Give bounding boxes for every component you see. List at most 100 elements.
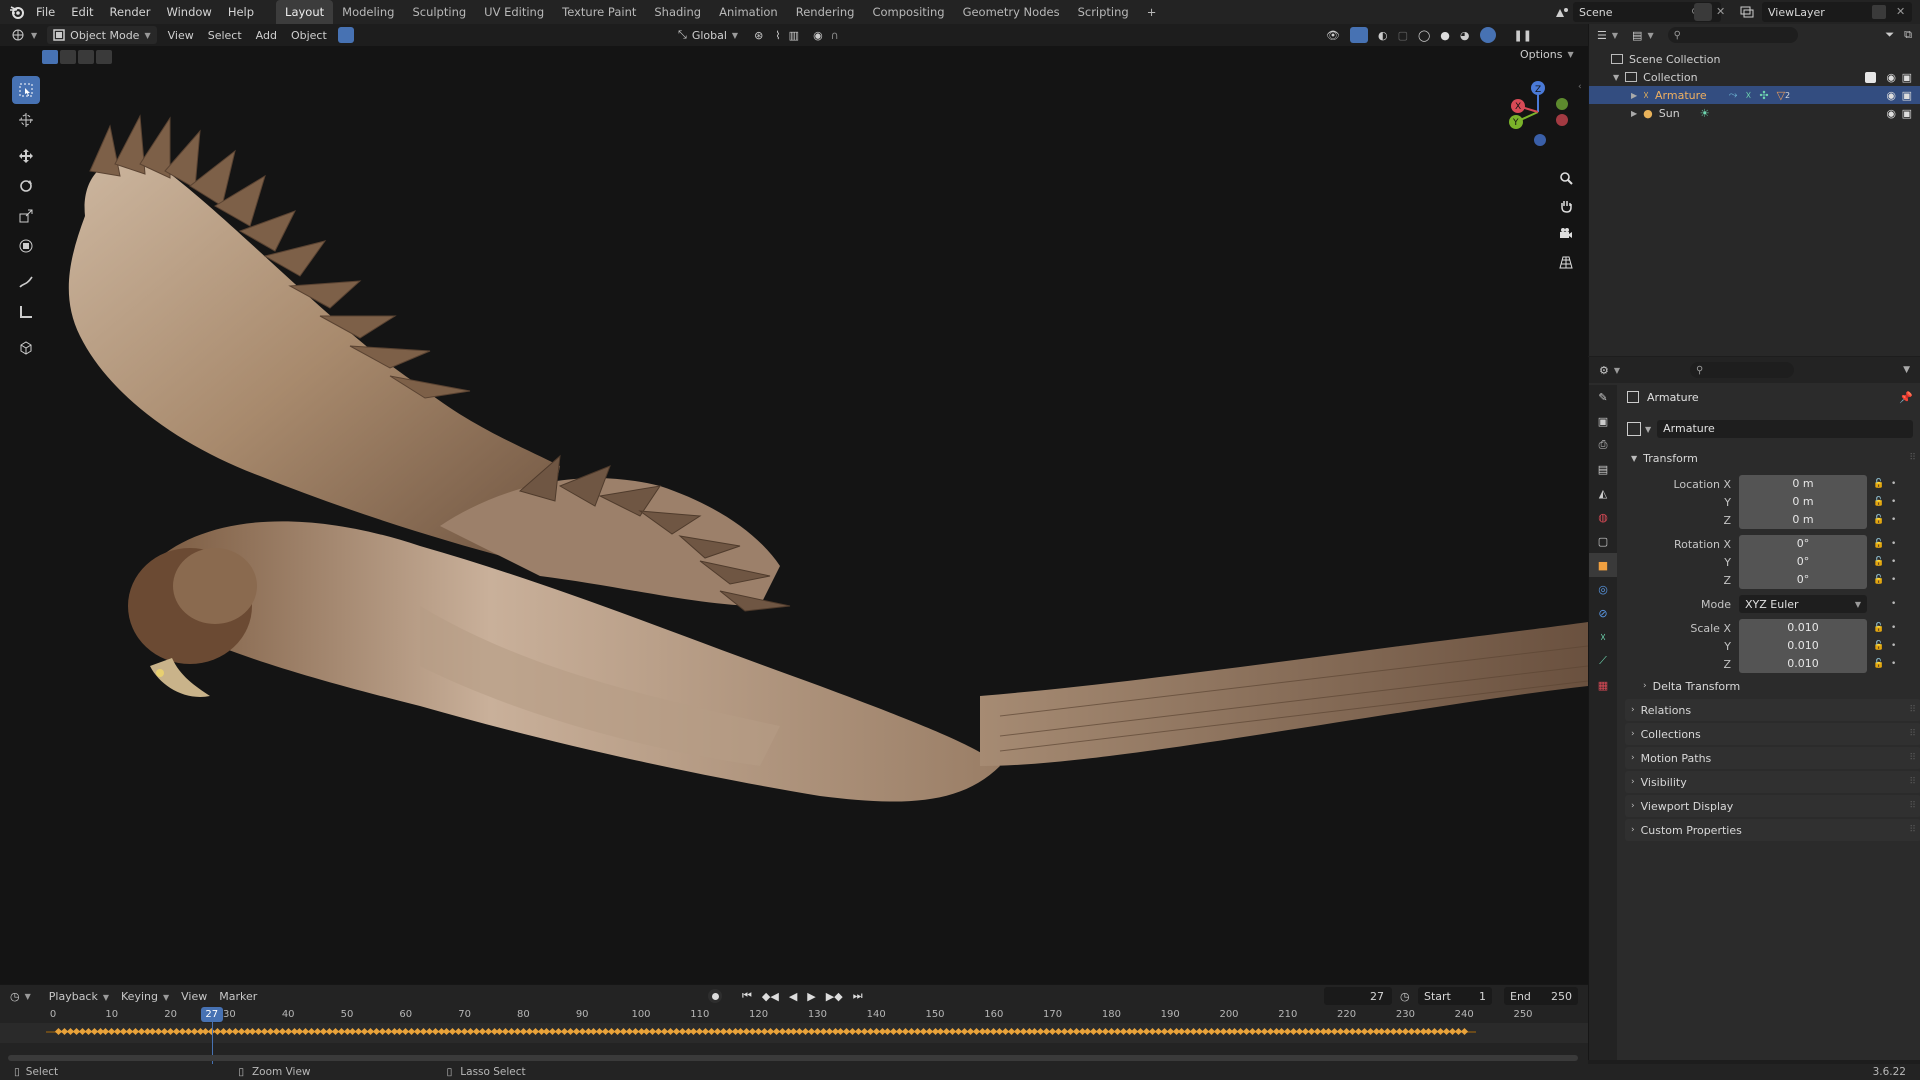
mode-dropdown[interactable]: Object Mode ▼ [47, 26, 157, 44]
lock-icon[interactable]: 🔓 [1873, 623, 1887, 633]
drag-handle-icon[interactable]: ⠿ [1909, 453, 1920, 463]
delete-view-layer-icon[interactable]: ✕ [1896, 3, 1910, 21]
scale-y-field[interactable]: 0.010 [1739, 637, 1867, 655]
tab-texture-paint[interactable]: Texture Paint [553, 0, 645, 24]
snap-target-icon[interactable]: ▥ [789, 29, 799, 42]
start-frame-field[interactable]: Start 1 [1418, 987, 1492, 1005]
cursor-tool-icon[interactable] [12, 106, 40, 134]
rotate-tool-icon[interactable] [12, 172, 40, 200]
filter-icon[interactable]: ⏷ [1885, 28, 1894, 42]
object-data-tab-icon[interactable]: ☓ [1589, 625, 1617, 649]
outliner-row-scene-collection[interactable]: Scene Collection [1589, 50, 1920, 68]
render-camera-icon[interactable]: ▣ [1902, 71, 1912, 84]
menu-view[interactable]: View [161, 29, 201, 42]
bone-tab-icon[interactable]: ⟋ [1589, 649, 1617, 673]
outliner-search-input[interactable]: ⚲ [1667, 27, 1798, 43]
scene-tab-icon[interactable]: ◭ [1589, 481, 1617, 505]
wireframe-shading-icon[interactable]: ◯ [1418, 29, 1430, 42]
object-tab-icon[interactable]: ■ [1589, 553, 1617, 577]
lock-icon[interactable]: 🔓 [1873, 497, 1887, 507]
solid-shading-icon[interactable]: ● [1440, 29, 1450, 42]
custom-properties-panel-header[interactable]: › Custom Properties ⠿ [1625, 819, 1920, 841]
tab-scripting[interactable]: Scripting [1069, 0, 1138, 24]
tab-shading[interactable]: Shading [645, 0, 710, 24]
keyframe-dot-icon[interactable]: • [1891, 479, 1901, 489]
lock-icon[interactable]: 🔓 [1873, 515, 1887, 525]
drag-handle-icon[interactable]: ⠿ [1909, 825, 1920, 835]
drag-handle-icon[interactable]: ⠿ [1909, 729, 1920, 739]
menu-add[interactable]: Add [249, 29, 284, 42]
tab-uv-editing[interactable]: UV Editing [475, 0, 553, 24]
tab-layout[interactable]: Layout [276, 0, 334, 24]
collections-panel-header[interactable]: › Collections ⠿ [1625, 723, 1920, 745]
xray-icon[interactable]: ▢ [1398, 29, 1408, 42]
editor-type-button[interactable]: ▼ [6, 26, 43, 44]
timeline-scrollbar[interactable] [8, 1055, 1578, 1061]
properties-editor-icon[interactable]: ⚙ [1599, 364, 1609, 377]
menu-marker[interactable]: Marker [213, 990, 263, 1003]
jump-start-icon[interactable]: ⏮ [742, 989, 752, 1003]
delta-transform-subpanel[interactable]: › Delta Transform [1637, 675, 1917, 697]
3d-viewport[interactable]: Options ▼ Z X Y ‹ [0, 46, 1588, 984]
output-tab-icon[interactable]: ⎙ [1589, 433, 1617, 457]
scene-icon[interactable] [1551, 2, 1573, 22]
new-scene-icon[interactable] [1694, 3, 1712, 21]
object-browse-icon[interactable] [1627, 422, 1641, 436]
outliner-row-armature[interactable]: ▶ ☓ Armature ⤳ ☓ ✣ ▽ 2 ◉ ▣ [1589, 86, 1920, 104]
keyframe-summary-strip[interactable] [0, 1023, 1588, 1043]
keyframe-dot-icon[interactable]: • [1891, 515, 1901, 525]
current-frame-field[interactable]: 27 [1324, 987, 1392, 1005]
keyframe-dot-icon[interactable]: • [1891, 557, 1901, 567]
keyframe-dot-icon[interactable]: • [1891, 623, 1901, 633]
render-tab-icon[interactable]: ▣ [1589, 409, 1617, 433]
rotation-mode-dropdown[interactable]: XYZ Euler ▼ [1739, 595, 1867, 613]
view-layer-tab-icon[interactable]: ▤ [1589, 457, 1617, 481]
eye-icon[interactable]: ◉ [1886, 71, 1896, 84]
gizmo-neg-y-icon[interactable] [1556, 98, 1568, 110]
play-reverse-icon[interactable]: ◀ [789, 990, 797, 1003]
render-camera-icon[interactable]: ▣ [1902, 107, 1912, 120]
add-workspace-button[interactable]: + [1138, 0, 1166, 24]
expand-down-icon[interactable]: ▼ [1613, 73, 1619, 82]
rotation-y-field[interactable]: 0° [1739, 553, 1867, 571]
next-keyframe-icon[interactable]: ▶◆ [826, 990, 843, 1003]
render-camera-icon[interactable]: ▣ [1902, 89, 1912, 102]
tab-rendering[interactable]: Rendering [787, 0, 864, 24]
tab-compositing[interactable]: Compositing [863, 0, 953, 24]
transform-tool-icon[interactable] [12, 232, 40, 260]
visibility-filter-icon[interactable]: 👁 [1326, 29, 1340, 42]
snap-icon[interactable]: ⌇ [775, 29, 780, 42]
menu-playback[interactable]: Playback ▼ [43, 990, 115, 1003]
keyframe-dot-icon[interactable]: • [1891, 539, 1901, 549]
rotation-x-field[interactable]: 0° [1739, 535, 1867, 553]
chevron-down-icon[interactable]: ▼ [1903, 365, 1910, 375]
constraint-tab-icon[interactable]: ⊘ [1589, 601, 1617, 625]
pivot-point-icon[interactable]: ⊛ [754, 29, 763, 42]
menu-window[interactable]: Window [158, 0, 219, 24]
lock-icon[interactable]: 🔓 [1873, 575, 1887, 585]
measure-tool-icon[interactable] [12, 298, 40, 326]
perspective-toggle-icon[interactable] [1554, 250, 1578, 274]
transform-panel-header[interactable]: ▼ Transform ⠿ [1625, 447, 1920, 469]
menu-keying[interactable]: Keying ▼ [115, 990, 175, 1003]
keyframe-diamond[interactable] [1460, 1027, 1468, 1036]
menu-object[interactable]: Object [284, 29, 334, 42]
lock-icon[interactable]: 🔓 [1873, 539, 1887, 549]
delete-scene-icon[interactable]: ✕ [1716, 3, 1730, 21]
tab-animation[interactable]: Animation [710, 0, 787, 24]
tab-modeling[interactable]: Modeling [333, 0, 403, 24]
drag-handle-icon[interactable]: ⠿ [1909, 801, 1920, 811]
eye-icon[interactable]: ◉ [1886, 89, 1896, 102]
collection-tab-icon[interactable]: ▢ [1589, 529, 1617, 553]
falloff-icon[interactable]: ∩ [831, 29, 839, 42]
lock-icon[interactable]: 🔓 [1873, 641, 1887, 651]
prev-keyframe-icon[interactable]: ◆◀ [762, 990, 779, 1003]
zoom-icon[interactable] [1554, 166, 1578, 190]
lock-icon[interactable]: 🔓 [1873, 659, 1887, 669]
location-y-field[interactable]: 0 m [1739, 493, 1867, 511]
pause-render-icon[interactable]: ❚❚ [1514, 29, 1532, 42]
record-icon[interactable] [708, 989, 722, 1003]
scale-tool-icon[interactable] [12, 202, 40, 230]
drag-handle-icon[interactable]: ⠿ [1909, 753, 1920, 763]
lock-icon[interactable]: 🔓 [1873, 557, 1887, 567]
